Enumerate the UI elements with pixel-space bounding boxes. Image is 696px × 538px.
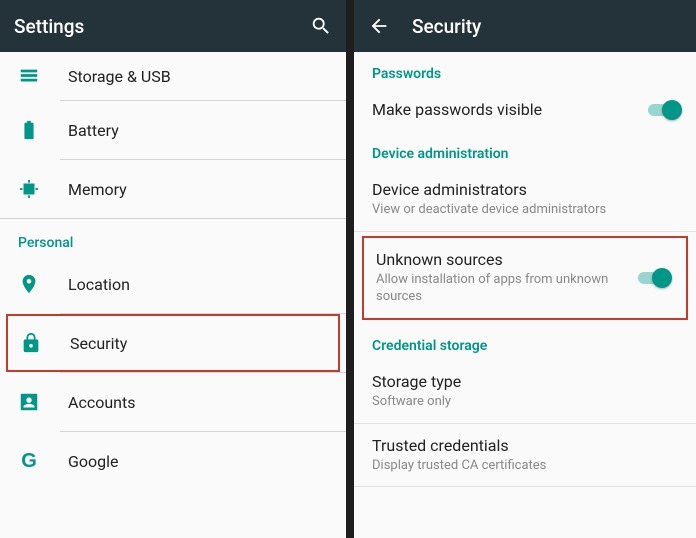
section-header-credential-storage: Credential storage bbox=[354, 324, 696, 360]
item-title: Make passwords visible bbox=[372, 100, 640, 120]
item-unknown-sources[interactable]: Unknown sources Allow installation of ap… bbox=[364, 238, 686, 318]
settings-item-accounts[interactable]: Accounts bbox=[0, 373, 346, 431]
item-subtitle: Display trusted CA certificates bbox=[372, 458, 640, 475]
item-device-administrators[interactable]: Device administrators View or deactivate… bbox=[354, 168, 696, 231]
pane-divider bbox=[346, 0, 354, 538]
location-icon bbox=[18, 273, 40, 295]
divider bbox=[354, 231, 696, 232]
settings-item-google[interactable]: G Google bbox=[0, 432, 346, 490]
item-title: Device administrators bbox=[372, 180, 640, 200]
settings-item-label: Memory bbox=[68, 180, 127, 199]
settings-item-label: Location bbox=[68, 275, 130, 294]
security-pane: Security Passwords Make passwords visibl… bbox=[354, 0, 696, 538]
section-header-personal: Personal bbox=[0, 219, 346, 255]
lock-icon bbox=[20, 332, 42, 354]
google-icon: G bbox=[18, 450, 40, 472]
security-title: Security bbox=[412, 15, 481, 38]
settings-item-storage[interactable]: Storage & USB bbox=[0, 52, 346, 100]
section-header-device-admin: Device administration bbox=[354, 132, 696, 168]
memory-icon bbox=[18, 178, 40, 200]
settings-item-label: Accounts bbox=[68, 393, 135, 412]
item-trusted-credentials[interactable]: Trusted credentials Display trusted CA c… bbox=[354, 424, 696, 487]
settings-item-label: Battery bbox=[68, 121, 119, 140]
settings-appbar: Settings bbox=[0, 0, 346, 52]
item-title: Unknown sources bbox=[376, 250, 630, 270]
storage-icon bbox=[18, 65, 40, 87]
search-icon[interactable] bbox=[310, 15, 332, 37]
settings-item-location[interactable]: Location bbox=[0, 255, 346, 313]
security-list: Passwords Make passwords visible Device … bbox=[354, 52, 696, 538]
settings-item-label: Security bbox=[70, 334, 127, 353]
settings-item-label: Storage & USB bbox=[68, 67, 171, 86]
toggle-passwords-visible[interactable] bbox=[646, 100, 682, 120]
settings-title: Settings bbox=[14, 15, 84, 38]
settings-item-security[interactable]: Security bbox=[6, 314, 340, 372]
settings-item-battery[interactable]: Battery bbox=[0, 101, 346, 159]
item-storage-type[interactable]: Storage type Software only bbox=[354, 360, 696, 423]
divider bbox=[354, 486, 696, 487]
toggle-unknown-sources[interactable] bbox=[636, 268, 672, 288]
settings-pane: Settings Storage & USB Battery Memory bbox=[0, 0, 346, 538]
settings-item-label: Google bbox=[68, 452, 119, 471]
battery-icon bbox=[18, 119, 40, 141]
settings-list: Storage & USB Battery Memory Personal Lo… bbox=[0, 52, 346, 538]
back-icon[interactable] bbox=[368, 15, 390, 37]
security-appbar: Security bbox=[354, 0, 696, 52]
item-title: Storage type bbox=[372, 372, 640, 392]
item-title: Trusted credentials bbox=[372, 436, 640, 456]
item-subtitle: Allow installation of apps from unknown … bbox=[376, 272, 630, 306]
section-header-passwords: Passwords bbox=[354, 52, 696, 88]
accounts-icon bbox=[18, 391, 40, 413]
item-make-passwords-visible[interactable]: Make passwords visible bbox=[354, 88, 696, 132]
item-subtitle: View or deactivate device administrators bbox=[372, 202, 640, 219]
settings-item-memory[interactable]: Memory bbox=[0, 160, 346, 218]
item-subtitle: Software only bbox=[372, 394, 640, 411]
highlight-unknown-sources: Unknown sources Allow installation of ap… bbox=[362, 236, 688, 320]
